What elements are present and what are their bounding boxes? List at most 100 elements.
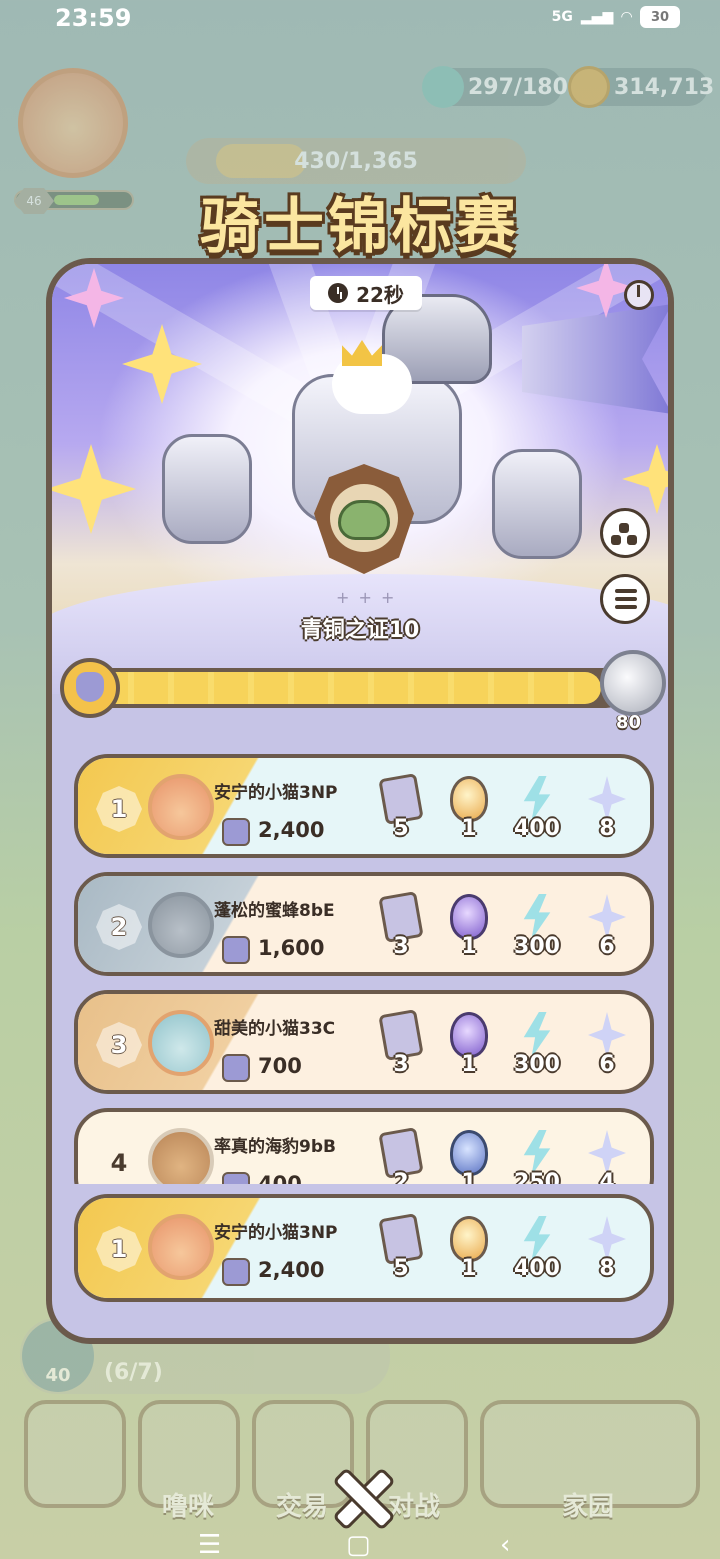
reward-count: 300 — [514, 1052, 560, 1077]
podium-icon — [619, 523, 629, 533]
player-name: 安宁的小猫3NP — [214, 1223, 338, 1243]
reward-count: 5 — [393, 1256, 409, 1281]
knight-left-figure — [162, 434, 252, 544]
player-score: 700 — [258, 1054, 302, 1078]
nav-battle-label: 对战 — [388, 1492, 441, 1522]
nav-home-label: 家园 — [562, 1492, 615, 1522]
yellow-star-icon — [622, 444, 668, 514]
rank-number-text: 3 — [110, 1031, 128, 1059]
reward-card: 5 — [378, 1213, 424, 1286]
reward-count: 1 — [461, 816, 477, 841]
player-avatar[interactable] — [148, 1010, 214, 1076]
xp-value: 430/1,365 — [294, 148, 418, 174]
reward-count: 5 — [393, 816, 409, 841]
power-close-icon[interactable] — [624, 280, 654, 310]
ranking-row[interactable]: 2 蓬松的蜜蜂8bE 1,600 3 1 300 6 — [74, 872, 654, 976]
league-name: 青铜之证10 — [300, 618, 420, 643]
reward-count: 4 — [599, 1170, 615, 1184]
podium-icon-part — [627, 535, 637, 545]
yellow-star-icon — [52, 444, 136, 534]
coin-counter[interactable]: 314,713 — [568, 66, 714, 108]
player-avatar[interactable] — [148, 892, 214, 958]
reward-count: 8 — [599, 1256, 615, 1281]
back-icon[interactable]: ‹ — [500, 1532, 510, 1558]
reward-count: 1 — [461, 934, 477, 959]
knight-score-icon — [222, 1172, 250, 1184]
tournament-modal: 22秒 + + + 青铜之证10 80 1 安宁的小猫3NP 2,400 5 1… — [46, 258, 674, 1344]
badge-stars: + + + — [336, 588, 397, 607]
energy-card-count: (6/7) — [104, 1360, 163, 1385]
reward-count: 1 — [461, 1052, 477, 1077]
reward-energy: 400 — [514, 776, 560, 846]
knight-helmet-icon — [60, 658, 120, 718]
silver-medal-icon[interactable] — [600, 650, 666, 716]
player-name: 率真的海豹9bB — [214, 1137, 336, 1157]
home-icon[interactable]: ▢ — [346, 1532, 371, 1558]
reward-count: 1 — [461, 1256, 477, 1281]
rewards-info-button[interactable] — [600, 508, 650, 558]
player-avatar[interactable] — [148, 774, 214, 840]
reward-count: 3 — [393, 934, 409, 959]
reward-card: 3 — [378, 891, 424, 964]
player-avatar[interactable] — [148, 1128, 214, 1184]
player-avatar[interactable] — [148, 1214, 214, 1280]
tournament-banner: 22秒 + + + 青铜之证10 — [52, 264, 668, 694]
progress-target: 80 — [616, 712, 642, 733]
league-progress: 80 — [60, 650, 666, 733]
recent-apps-icon[interactable]: ☰ — [198, 1532, 221, 1558]
reward-star: 6 — [584, 1012, 630, 1082]
slime-emblem-icon — [338, 500, 390, 540]
knight-score-icon — [222, 818, 250, 846]
rank-number: 1 — [96, 786, 142, 832]
reward-card: 2 — [378, 1127, 424, 1184]
energy-value: 297/180 — [468, 74, 568, 100]
rank-number-text: 4 — [110, 1149, 128, 1177]
player-score: 1,600 — [258, 936, 325, 960]
reward-card: 3 — [378, 1009, 424, 1082]
player-score: 400 — [258, 1172, 302, 1184]
reward-count: 300 — [514, 934, 560, 959]
reward-energy: 300 — [514, 1012, 560, 1082]
nav-trade-label: 交易 — [276, 1492, 329, 1522]
reward-star: 4 — [584, 1130, 630, 1184]
reward-energy: 300 — [514, 894, 560, 964]
reward-star: 8 — [584, 1216, 630, 1286]
ranking-row[interactable]: 1 安宁的小猫3NP 2,400 5 1 400 8 — [74, 1194, 654, 1302]
player-score: 2,400 — [258, 818, 325, 842]
knight-score-icon — [222, 1054, 250, 1082]
ranking-list[interactable]: 1 安宁的小猫3NP 2,400 5 1 400 8 2 蓬松的蜜蜂8bE 1,… — [74, 754, 654, 1184]
xp-fill — [216, 144, 306, 178]
reward-count: 1 — [461, 1170, 477, 1184]
reward-star: 6 — [584, 894, 630, 964]
rank-number-text: 2 — [110, 913, 128, 941]
reward-count: 6 — [599, 1052, 615, 1077]
reward-count: 6 — [599, 934, 615, 959]
reward-card: 5 — [378, 773, 424, 846]
reward-egg: 1 — [446, 1130, 492, 1184]
reward-count: 3 — [393, 1052, 409, 1077]
rules-icon-part — [615, 597, 637, 601]
ranking-row[interactable]: 1 安宁的小猫3NP 2,400 5 1 400 8 — [74, 754, 654, 858]
nav-menu-button[interactable] — [24, 1400, 126, 1508]
progress-fill — [94, 672, 601, 704]
ranking-row[interactable]: 4 率真的海豹9bB 400 2 1 250 4 — [74, 1108, 654, 1184]
ranking-row[interactable]: 3 甜美的小猫33C 700 3 1 300 6 — [74, 990, 654, 1094]
my-ranking-entry[interactable]: 1 安宁的小猫3NP 2,400 5 1 400 8 — [74, 1194, 654, 1302]
nav-lumi-label: 噜咪 — [162, 1492, 215, 1522]
podium-icon-part — [611, 535, 621, 545]
reward-egg: 1 — [446, 894, 492, 964]
rank-number: 4 — [96, 1140, 142, 1184]
energy-counter[interactable]: 297/180 — [422, 66, 568, 108]
rank-number: 2 — [96, 904, 142, 950]
rank-number: 1 — [96, 1226, 142, 1272]
coin-icon — [568, 66, 610, 108]
player-avatar[interactable] — [18, 68, 128, 178]
reward-egg: 1 — [446, 1216, 492, 1286]
close-icon[interactable] — [334, 1470, 386, 1522]
rules-button[interactable] — [600, 574, 650, 624]
tournament-title: 骑士锦标赛 — [200, 192, 520, 262]
knight-score-icon — [222, 1258, 250, 1286]
system-nav-bar: ☰ ▢ ‹ — [0, 1528, 720, 1559]
reward-count: 400 — [514, 816, 560, 841]
reward-count: 2 — [393, 1170, 409, 1184]
